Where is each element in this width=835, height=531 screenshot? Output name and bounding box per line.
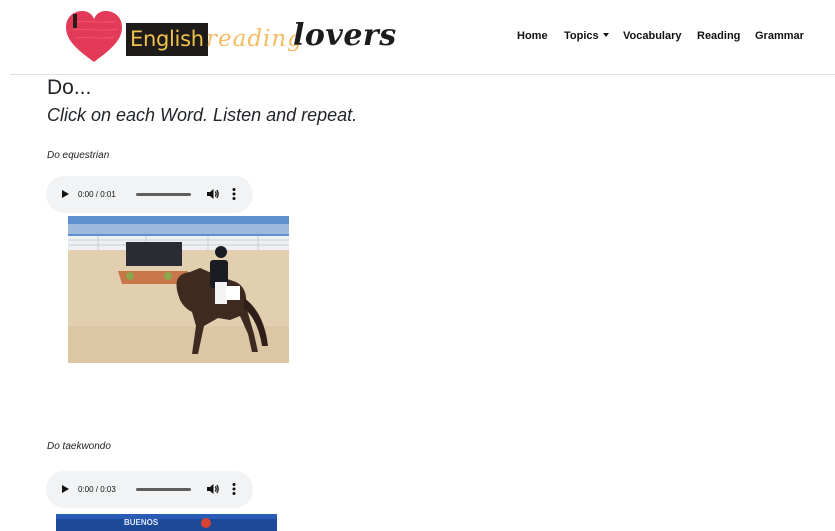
word-label-taekwondo: Do taekwondo [47,441,111,452]
audio-progress-track[interactable] [136,488,191,491]
site-logo[interactable]: English reading lovers [62,10,396,64]
nav-topics-label: Topics [564,30,599,42]
volume-icon[interactable] [206,482,220,496]
audio-player-taekwondo: 0:00 / 0:03 [46,471,253,508]
volume-icon[interactable] [206,187,220,201]
logo-reading-text: reading [206,26,303,52]
taekwondo-photo[interactable]: BUENOS [56,514,277,531]
equestrian-photo[interactable] [68,216,289,363]
more-options-icon[interactable] [232,482,236,496]
logo-english-text: English [126,23,208,56]
play-icon[interactable] [62,190,69,198]
navbar: English reading lovers Home Topics Vocab… [0,0,835,74]
nav-home[interactable]: Home [517,30,548,42]
nav-reading[interactable]: Reading [697,30,740,42]
audio-progress-track[interactable] [136,193,191,196]
more-options-icon[interactable] [232,187,236,201]
play-icon[interactable] [62,485,69,493]
audio-time: 0:00 / 0:03 [78,485,116,494]
nav-topics[interactable]: Topics [564,30,609,42]
audio-player-equestrian: 0:00 / 0:01 [46,176,253,213]
taekwondo-photo-text: BUENOS [124,518,159,527]
page-title: Do... [47,76,92,99]
word-label-equestrian: Do equestrian [47,150,110,161]
logo-lovers-text: lovers [293,18,397,53]
audio-time: 0:00 / 0:01 [78,190,116,199]
page-subtitle: Click on each Word. Listen and repeat. [47,105,358,125]
heart-logo-icon [66,11,122,62]
navbar-divider [10,74,835,75]
nav-vocabulary[interactable]: Vocabulary [623,30,682,42]
caret-down-icon [602,33,609,37]
nav-grammar[interactable]: Grammar [755,30,804,42]
